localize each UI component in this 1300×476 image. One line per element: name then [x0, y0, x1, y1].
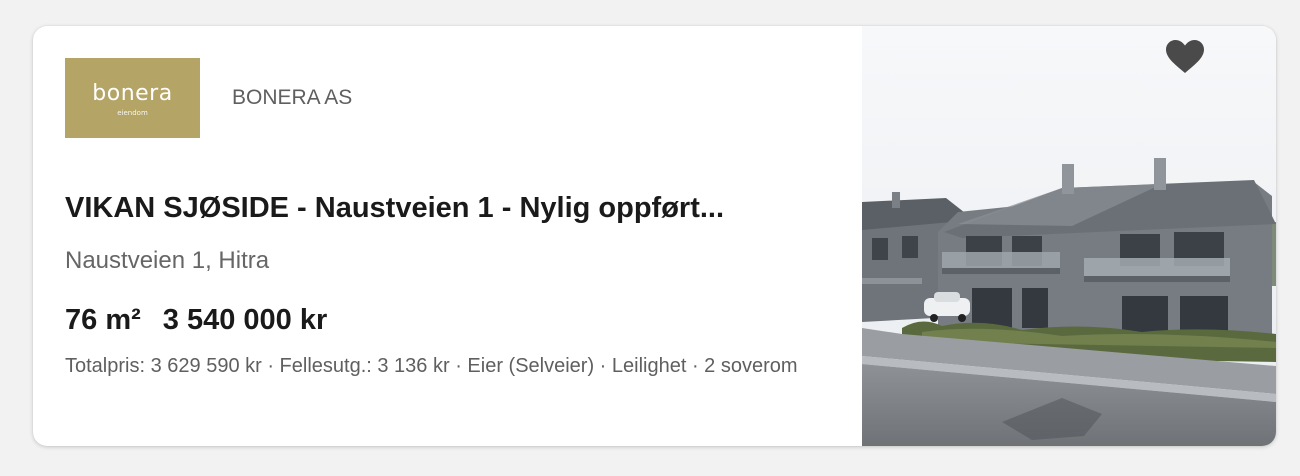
listing-photo[interactable]	[862, 26, 1276, 446]
listing-card[interactable]: bonera eiendom BONERA AS VIKAN SJØSIDE -…	[33, 26, 1276, 446]
company-name: BONERA AS	[232, 86, 353, 109]
listing-details: Totalpris: 3 629 590 kr · Fellesutg.: 3 …	[65, 355, 798, 377]
listing-address: Naustveien 1, Hitra	[65, 247, 270, 274]
logo-subtitle: eiendom	[117, 108, 148, 117]
favorite-button[interactable]	[1162, 34, 1208, 80]
company-logo: bonera eiendom	[65, 58, 200, 138]
key-info: 76 m² 3 540 000 kr	[65, 302, 327, 338]
listing-size: 76 m²	[65, 304, 141, 336]
logo-wordmark: bonera	[92, 80, 173, 106]
listing-title[interactable]: VIKAN SJØSIDE - Naustveien 1 - Nylig opp…	[65, 190, 825, 226]
heart-icon	[1166, 40, 1204, 73]
listing-info: bonera eiendom BONERA AS VIKAN SJØSIDE -…	[33, 26, 862, 446]
listing-price: 3 540 000 kr	[162, 304, 328, 336]
house-photo	[862, 26, 1276, 446]
